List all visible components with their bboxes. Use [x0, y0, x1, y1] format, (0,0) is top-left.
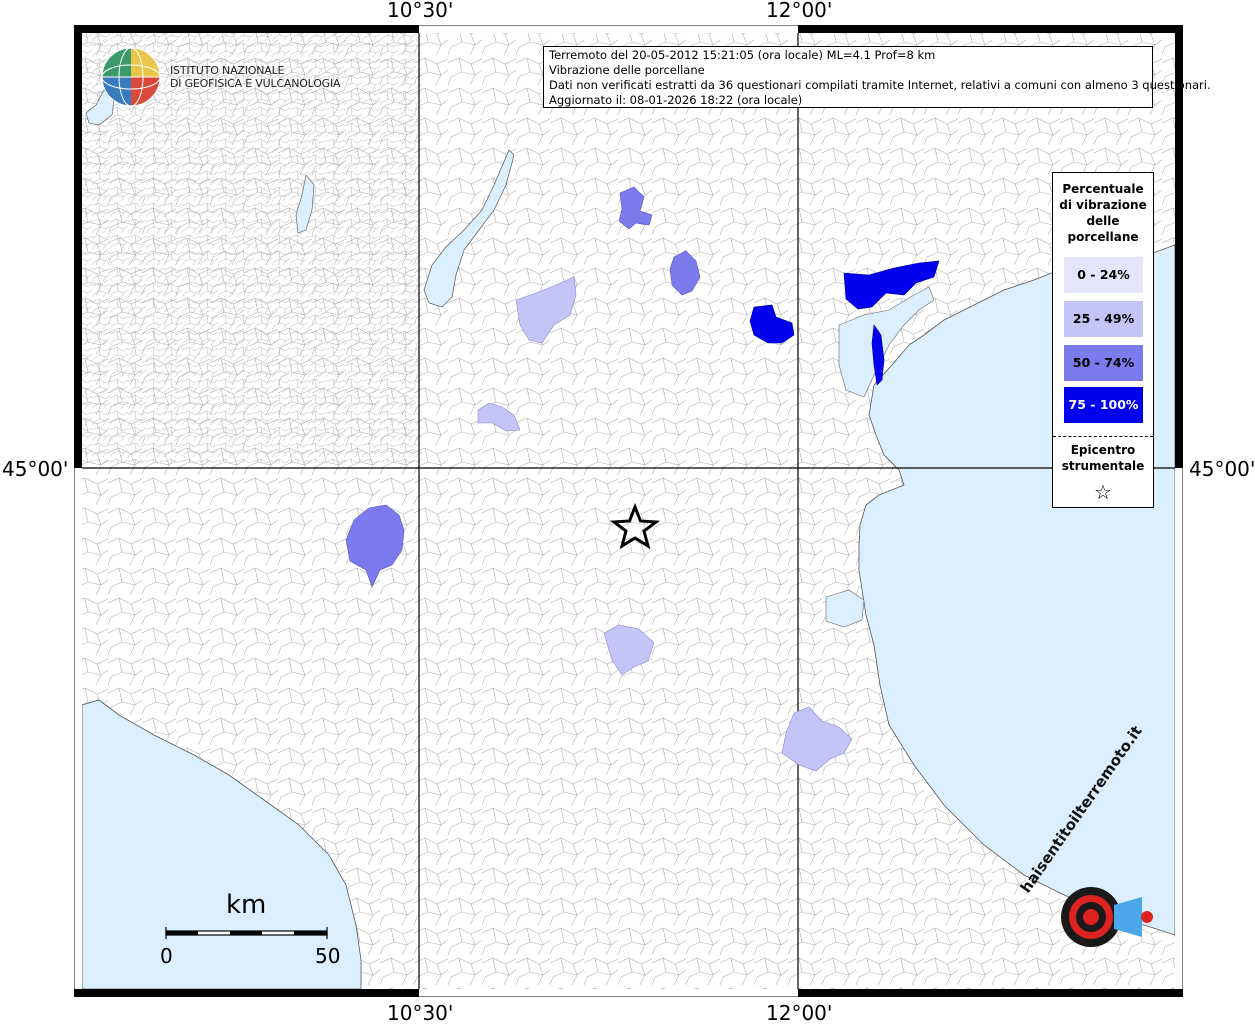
- ingv-logo-icon: [101, 47, 161, 107]
- info-parameter-line: Vibrazione delle porcellane: [549, 63, 705, 77]
- scale-max-label: 50: [315, 944, 341, 968]
- legend-class-75-100: 75 - 100%: [1064, 387, 1143, 423]
- scale-unit-label: km: [226, 890, 267, 920]
- lon-label-bottom-right: 12°00': [766, 1001, 833, 1025]
- ingv-institute-name: ISTITUTO NAZIONALE DI GEOFISICA E VULCAN…: [170, 64, 341, 90]
- lon-label-bottom-left: 10°30': [387, 1001, 454, 1025]
- legend-class-0-24: 0 - 24%: [1064, 257, 1143, 293]
- legend-star-icon: ☆: [1094, 480, 1112, 504]
- legend-epicenter-line: strumentale: [1061, 459, 1145, 473]
- legend-epicenter-line: Epicentro: [1070, 443, 1136, 457]
- legend: Percentuale di vibrazione delle porcella…: [1052, 172, 1154, 508]
- legend-title-line: Percentuale: [1062, 182, 1144, 196]
- earthquake-info-box: Terremoto del 20-05-2012 15:21:05 (ora l…: [543, 46, 1211, 108]
- legend-class-label: 25 - 49%: [1072, 311, 1135, 326]
- legend-class-label: 0 - 24%: [1077, 267, 1130, 282]
- info-data-source-line: Dati non verificati estratti da 36 quest…: [549, 78, 1211, 92]
- legend-class-50-74: 50 - 74%: [1064, 345, 1143, 381]
- lon-label-top-right: 12°00': [766, 0, 833, 22]
- lat-label-right: 45°00': [1189, 457, 1255, 481]
- legend-epicenter-label: Epicentro strumentale: [1053, 442, 1153, 474]
- legend-class-25-49: 25 - 49%: [1064, 301, 1143, 337]
- info-event-line: Terremoto del 20-05-2012 15:21:05 (ora l…: [549, 48, 936, 62]
- map[interactable]: [74, 25, 1183, 997]
- legend-separator: [1053, 436, 1153, 437]
- ingv-line-1: ISTITUTO NAZIONALE: [170, 64, 285, 77]
- legend-title: Percentuale di vibrazione delle porcella…: [1053, 173, 1153, 245]
- legend-title-line: delle: [1086, 214, 1120, 228]
- info-updated-line: Aggiornato il: 08-01-2026 18:22 (ora loc…: [549, 93, 803, 107]
- legend-title-line: porcellane: [1067, 230, 1139, 244]
- scale-min-label: 0: [160, 944, 173, 968]
- legend-class-label: 50 - 74%: [1072, 355, 1135, 370]
- legend-title-line: di vibrazione: [1059, 198, 1147, 212]
- legend-class-label: 75 - 100%: [1068, 397, 1139, 412]
- lon-label-top-left: 10°30': [387, 0, 454, 22]
- ingv-line-2: DI GEOFISICA E VULCANOLOGIA: [170, 77, 341, 90]
- lat-label-left: 45°00': [2, 457, 69, 481]
